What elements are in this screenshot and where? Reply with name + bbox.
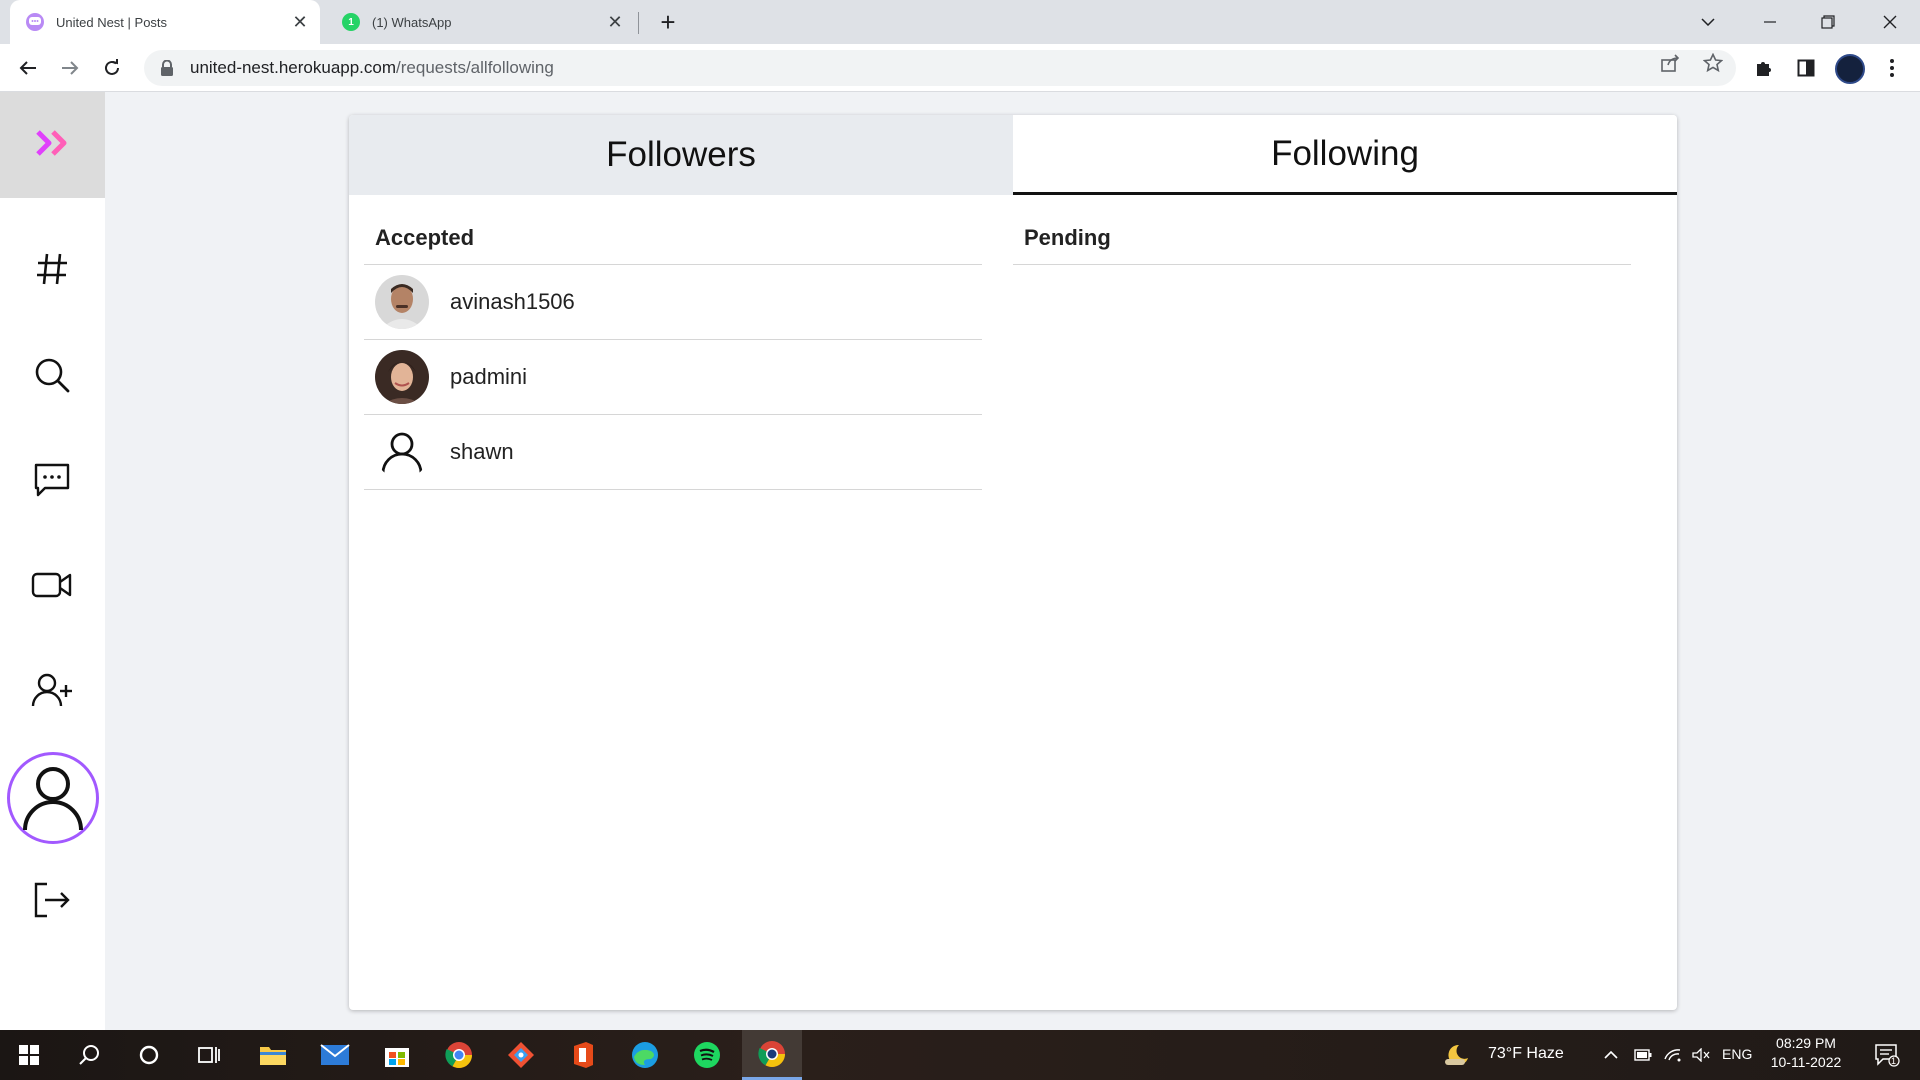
windows-taskbar: 73°F Haze ENG 08:29 PM 10-11-2022 1: [0, 1030, 1920, 1080]
clock-time: 08:29 PM: [1776, 1035, 1836, 1051]
notification-count: 1: [1891, 1056, 1897, 1066]
more-menu-icon[interactable]: [1878, 54, 1906, 82]
weather-text[interactable]: 73°F Haze: [1488, 1045, 1564, 1063]
clock-date: 10-11-2022: [1770, 1054, 1842, 1070]
battery-icon[interactable]: [1628, 1030, 1658, 1080]
clock[interactable]: 08:29 PM 10-11-2022: [1766, 1035, 1846, 1070]
wifi-icon[interactable]: [1658, 1030, 1688, 1080]
profile-avatar-icon: [17, 760, 89, 837]
tab-title: (1) WhatsApp: [372, 14, 452, 30]
user-name: shawn: [450, 439, 514, 464]
microsoft-store-icon[interactable]: [368, 1030, 426, 1080]
logout-icon: [33, 881, 71, 924]
user-name: padmini: [450, 364, 528, 389]
edge-icon[interactable]: [616, 1030, 674, 1080]
close-window-button[interactable]: [1862, 0, 1918, 44]
mail-icon[interactable]: [306, 1030, 364, 1080]
close-icon[interactable]: ✕: [601, 8, 629, 36]
weather-moon-icon[interactable]: [1436, 1030, 1476, 1080]
spotify-icon[interactable]: [678, 1030, 736, 1080]
url-text: united-nest.herokuapp.com/requests/allfo…: [190, 58, 554, 77]
search-icon[interactable]: [60, 1030, 118, 1080]
office-icon[interactable]: [554, 1030, 612, 1080]
avatar: [375, 275, 429, 329]
bookmark-star-icon[interactable]: [1702, 52, 1724, 74]
accepted-column: Accepted avinash1506 padmini shawn: [364, 211, 982, 490]
close-icon[interactable]: ✕: [286, 8, 314, 36]
back-button[interactable]: [12, 52, 44, 84]
browser-toolbar: united-nest.herokuapp.com/requests/allfo…: [0, 44, 1920, 92]
video-camera-icon: [31, 570, 73, 605]
task-view-icon[interactable]: [180, 1030, 238, 1080]
whatsapp-icon: 1: [342, 13, 360, 31]
sidebar-item-profile[interactable]: [7, 752, 99, 844]
avatar: [375, 350, 429, 404]
file-explorer-icon[interactable]: [244, 1030, 302, 1080]
list-item[interactable]: avinash1506: [364, 265, 982, 340]
add-user-icon: [31, 672, 73, 713]
language-indicator[interactable]: ENG: [1722, 1046, 1752, 1062]
browser-tab-united-nest[interactable]: United Nest | Posts ✕: [10, 0, 320, 44]
sidebar-toggle[interactable]: [0, 92, 105, 198]
chevron-up-icon[interactable]: [1596, 1030, 1626, 1080]
volume-muted-icon[interactable]: [1686, 1030, 1716, 1080]
minimize-button[interactable]: [1742, 0, 1798, 44]
tab-followers[interactable]: Followers: [349, 115, 1013, 195]
sidebar-item-posts[interactable]: [22, 241, 82, 301]
double-chevron-right-icon: [35, 129, 71, 162]
address-bar[interactable]: united-nest.herokuapp.com/requests/allfo…: [144, 50, 1736, 86]
hashtag-icon: [34, 251, 70, 292]
git-app-icon[interactable]: [492, 1030, 550, 1080]
windows-start-icon[interactable]: [0, 1030, 58, 1080]
accepted-header: Accepted: [364, 211, 982, 265]
app-sidebar: [0, 92, 105, 1030]
browser-tab-whatsapp[interactable]: 1 (1) WhatsApp ✕: [330, 0, 635, 44]
extensions-puzzle-icon[interactable]: [1750, 54, 1778, 82]
default-user-icon: [375, 425, 429, 479]
sidebar-item-video[interactable]: [22, 557, 82, 617]
tab-separator: [638, 12, 639, 34]
sidebar-item-logout[interactable]: [22, 872, 82, 932]
reload-button[interactable]: [96, 52, 128, 84]
search-icon: [33, 356, 71, 399]
sidebar-item-messages[interactable]: [22, 452, 82, 512]
restore-button[interactable]: [1800, 0, 1856, 44]
new-tab-button[interactable]: +: [652, 6, 684, 38]
requests-card: Followers Following Accepted avinash1506: [349, 115, 1677, 1010]
chrome-icon[interactable]: [430, 1030, 488, 1080]
browser-profile-avatar[interactable]: [1835, 54, 1865, 84]
chrome-active-window-icon[interactable]: [742, 1030, 802, 1080]
tab-search-chevron-icon[interactable]: [1680, 0, 1736, 44]
pending-header: Pending: [1013, 211, 1631, 265]
list-item[interactable]: padmini: [364, 340, 982, 415]
chat-bubble-icon: [33, 462, 71, 503]
tab-title: United Nest | Posts: [56, 14, 168, 30]
cortana-icon[interactable]: [120, 1030, 178, 1080]
notifications-icon[interactable]: 1: [1862, 1030, 1912, 1080]
forward-button[interactable]: [54, 52, 86, 84]
list-item[interactable]: shawn: [364, 415, 982, 490]
user-name: avinash1506: [450, 289, 575, 314]
tab-following[interactable]: Following: [1013, 115, 1677, 195]
lock-icon[interactable]: [160, 59, 174, 76]
sidebar-item-search[interactable]: [22, 347, 82, 407]
browser-tab-strip: United Nest | Posts ✕ 1 (1) WhatsApp ✕ +: [0, 0, 1920, 44]
share-icon[interactable]: [1660, 52, 1682, 74]
side-panel-icon[interactable]: [1792, 54, 1820, 82]
united-nest-chat-icon: [26, 13, 44, 31]
pending-column: Pending: [1013, 211, 1631, 265]
sidebar-item-add-friend[interactable]: [22, 662, 82, 722]
